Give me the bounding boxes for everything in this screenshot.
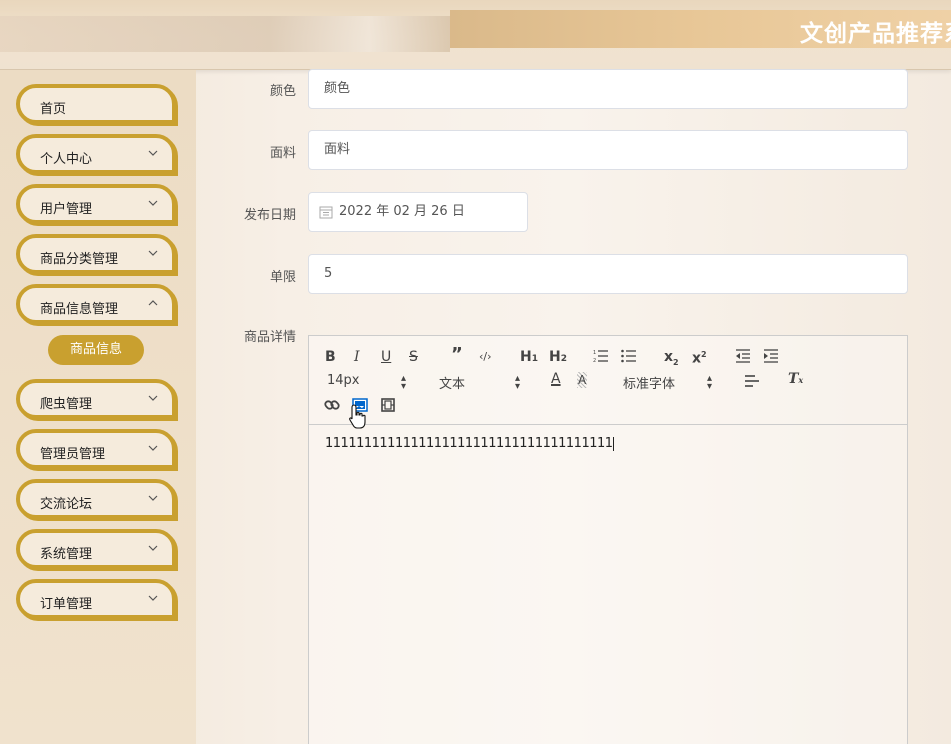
- sidebar-item-product-management[interactable]: 商品信息管理: [16, 284, 176, 324]
- sidebar: 首页 个人中心 用户管理 商品分类管理 商品信息管理 商品信息 爬虫管理 管理员…: [0, 70, 196, 744]
- select-arrows-icon: ▴ ▾: [401, 373, 407, 392]
- svg-text:1: 1: [593, 350, 596, 356]
- sidebar-item-personal-center[interactable]: 个人中心: [16, 134, 176, 174]
- background-color-icon[interactable]: A: [577, 372, 588, 388]
- release-date-label: 发布日期: [243, 208, 296, 223]
- heading2-icon[interactable]: H2: [549, 349, 567, 367]
- font-family-select[interactable]: 标准字体 ▴ ▾: [623, 373, 712, 393]
- sidebar-item-label: 交流论坛: [40, 497, 93, 512]
- chevron-down-icon: [148, 595, 158, 601]
- font-size-select[interactable]: 14px ▴ ▾: [327, 373, 406, 392]
- bullet-list-icon[interactable]: [621, 349, 637, 363]
- sidebar-item-category-management[interactable]: 商品分类管理: [16, 234, 176, 274]
- font-color-icon[interactable]: A: [551, 371, 561, 387]
- app-title: 文创产品推荐系统: [800, 21, 951, 47]
- fabric-label: 面料: [269, 146, 296, 161]
- link-icon[interactable]: [324, 397, 340, 413]
- limit-input[interactable]: 5: [308, 254, 908, 294]
- chevron-up-icon: [148, 300, 158, 306]
- heading1-icon[interactable]: H1: [520, 349, 538, 367]
- sidebar-item-forum[interactable]: 交流论坛: [16, 479, 176, 519]
- blockquote-icon[interactable]: ”: [451, 346, 463, 364]
- header-decoration: [0, 16, 450, 52]
- hand-pointer-icon: [349, 404, 366, 429]
- sidebar-item-home[interactable]: 首页: [16, 84, 176, 124]
- superscript-icon[interactable]: x2: [692, 347, 707, 367]
- fabric-input[interactable]: 面料: [308, 130, 908, 170]
- release-date-value: 2022 年 02 月 26 日: [339, 204, 465, 219]
- sidebar-item-label: 个人中心: [40, 152, 93, 167]
- sidebar-subitem-product-info[interactable]: 商品信息: [48, 335, 144, 365]
- indent-icon[interactable]: [763, 349, 779, 363]
- text-caret: [612, 436, 614, 451]
- editor-toolbar: B I U S ” ‹/› H1 H2 1 2 x2 x2 14px ▴ ▾ 文…: [309, 336, 907, 425]
- strikethrough-icon[interactable]: S: [409, 349, 418, 365]
- font-family-value: 标准字体: [623, 377, 676, 392]
- sidebar-item-label: 爬虫管理: [40, 397, 93, 412]
- paragraph-select[interactable]: 文本 ▴ ▾: [439, 373, 520, 393]
- select-arrows-icon: ▴ ▾: [707, 373, 713, 392]
- clear-format-icon[interactable]: Tx: [788, 371, 803, 388]
- code-block-icon[interactable]: ‹/›: [479, 349, 492, 365]
- sidebar-item-crawler-management[interactable]: 爬虫管理: [16, 379, 176, 419]
- editor-content-area[interactable]: 1111111111111111111111111111111111111: [325, 436, 614, 451]
- fabric-input-value: 面料: [324, 142, 351, 157]
- underline-icon[interactable]: U: [381, 349, 391, 365]
- paragraph-value: 文本: [439, 377, 466, 392]
- font-size-value: 14px: [327, 373, 360, 388]
- chevron-down-icon: [148, 200, 158, 206]
- chevron-down-icon: [148, 545, 158, 551]
- subscript-icon[interactable]: x2: [664, 349, 679, 371]
- sidebar-item-label: 商品分类管理: [40, 252, 119, 267]
- calendar-icon: [319, 206, 333, 219]
- italic-icon[interactable]: I: [354, 349, 360, 365]
- chevron-down-icon: [148, 150, 158, 156]
- sidebar-item-label: 用户管理: [40, 202, 93, 217]
- color-input[interactable]: 颜色: [308, 69, 908, 109]
- ordered-list-icon[interactable]: 1 2: [593, 349, 609, 363]
- sidebar-item-order-management[interactable]: 订单管理: [16, 579, 176, 619]
- select-arrows-icon: ▴ ▾: [515, 373, 521, 392]
- sidebar-item-label: 首页: [40, 102, 67, 117]
- limit-input-value: 5: [324, 266, 333, 281]
- chevron-down-icon: [148, 395, 158, 401]
- sidebar-item-admin-management[interactable]: 管理员管理: [16, 429, 176, 469]
- outdent-icon[interactable]: [735, 349, 751, 363]
- chevron-down-icon: [148, 250, 158, 256]
- svg-text:2: 2: [593, 358, 596, 363]
- sidebar-item-label: 订单管理: [40, 597, 93, 612]
- sidebar-item-user-management[interactable]: 用户管理: [16, 184, 176, 224]
- color-label: 颜色: [269, 84, 296, 99]
- align-icon[interactable]: [745, 375, 759, 387]
- video-icon[interactable]: [380, 397, 396, 413]
- sidebar-item-label: 系统管理: [40, 547, 93, 562]
- detail-label: 商品详情: [243, 330, 296, 345]
- color-input-value: 颜色: [324, 81, 351, 96]
- release-date-picker[interactable]: 2022 年 02 月 26 日: [308, 192, 528, 232]
- rich-text-editor: B I U S ” ‹/› H1 H2 1 2 x2 x2 14px ▴ ▾ 文…: [308, 335, 908, 744]
- chevron-down-icon: [148, 495, 158, 501]
- bold-icon[interactable]: B: [325, 349, 336, 365]
- sidebar-item-label: 商品信息管理: [40, 302, 119, 317]
- chevron-down-icon: [148, 445, 158, 451]
- editor-text: 1111111111111111111111111111111111111: [325, 436, 613, 451]
- top-header: 文创产品推荐系统: [0, 0, 951, 70]
- sidebar-item-label: 管理员管理: [40, 447, 106, 462]
- sidebar-item-system-management[interactable]: 系统管理: [16, 529, 176, 569]
- limit-label: 单限: [269, 270, 296, 285]
